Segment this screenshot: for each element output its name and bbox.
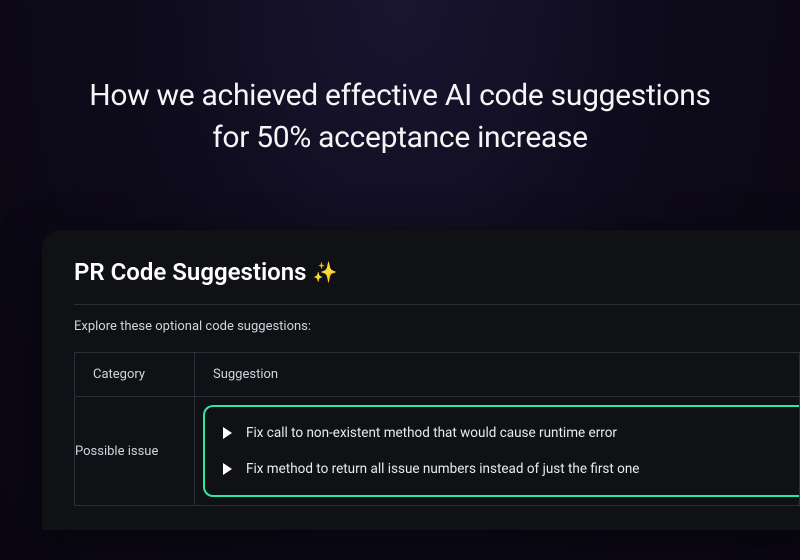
column-header-category: Category: [75, 353, 195, 397]
hero-title-line2: for 50% acceptance increase: [212, 120, 587, 155]
suggestion-item[interactable]: Fix method to return all issue numbers i…: [205, 451, 799, 487]
hero-title-line1: How we achieved effective AI code sugges…: [89, 78, 711, 113]
table-row: Possible issue Fix call to non-existent …: [75, 397, 800, 506]
suggestion-highlight-box: Fix call to non-existent method that wou…: [203, 405, 799, 497]
suggestions-panel: PR Code Suggestions ✨ Explore these opti…: [42, 230, 800, 530]
suggestion-text: Fix call to non-existent method that wou…: [246, 425, 617, 441]
suggestions-table: Category Suggestion Possible issue Fix c…: [74, 352, 800, 506]
sparkle-icon: ✨: [313, 260, 338, 284]
panel-title: PR Code Suggestions ✨: [74, 258, 800, 286]
suggestion-item[interactable]: Fix call to non-existent method that wou…: [205, 415, 799, 451]
category-cell: Possible issue: [75, 397, 195, 506]
panel-divider: [74, 304, 800, 305]
panel-subtitle: Explore these optional code suggestions:: [74, 319, 800, 334]
hero-title: How we achieved effective AI code sugges…: [0, 0, 800, 159]
panel-title-text: PR Code Suggestions: [74, 258, 307, 286]
suggestion-cell: Fix call to non-existent method that wou…: [195, 397, 800, 506]
play-icon: [223, 463, 232, 475]
column-header-suggestion: Suggestion: [195, 353, 800, 397]
suggestion-text: Fix method to return all issue numbers i…: [246, 461, 639, 477]
play-icon: [223, 427, 232, 439]
